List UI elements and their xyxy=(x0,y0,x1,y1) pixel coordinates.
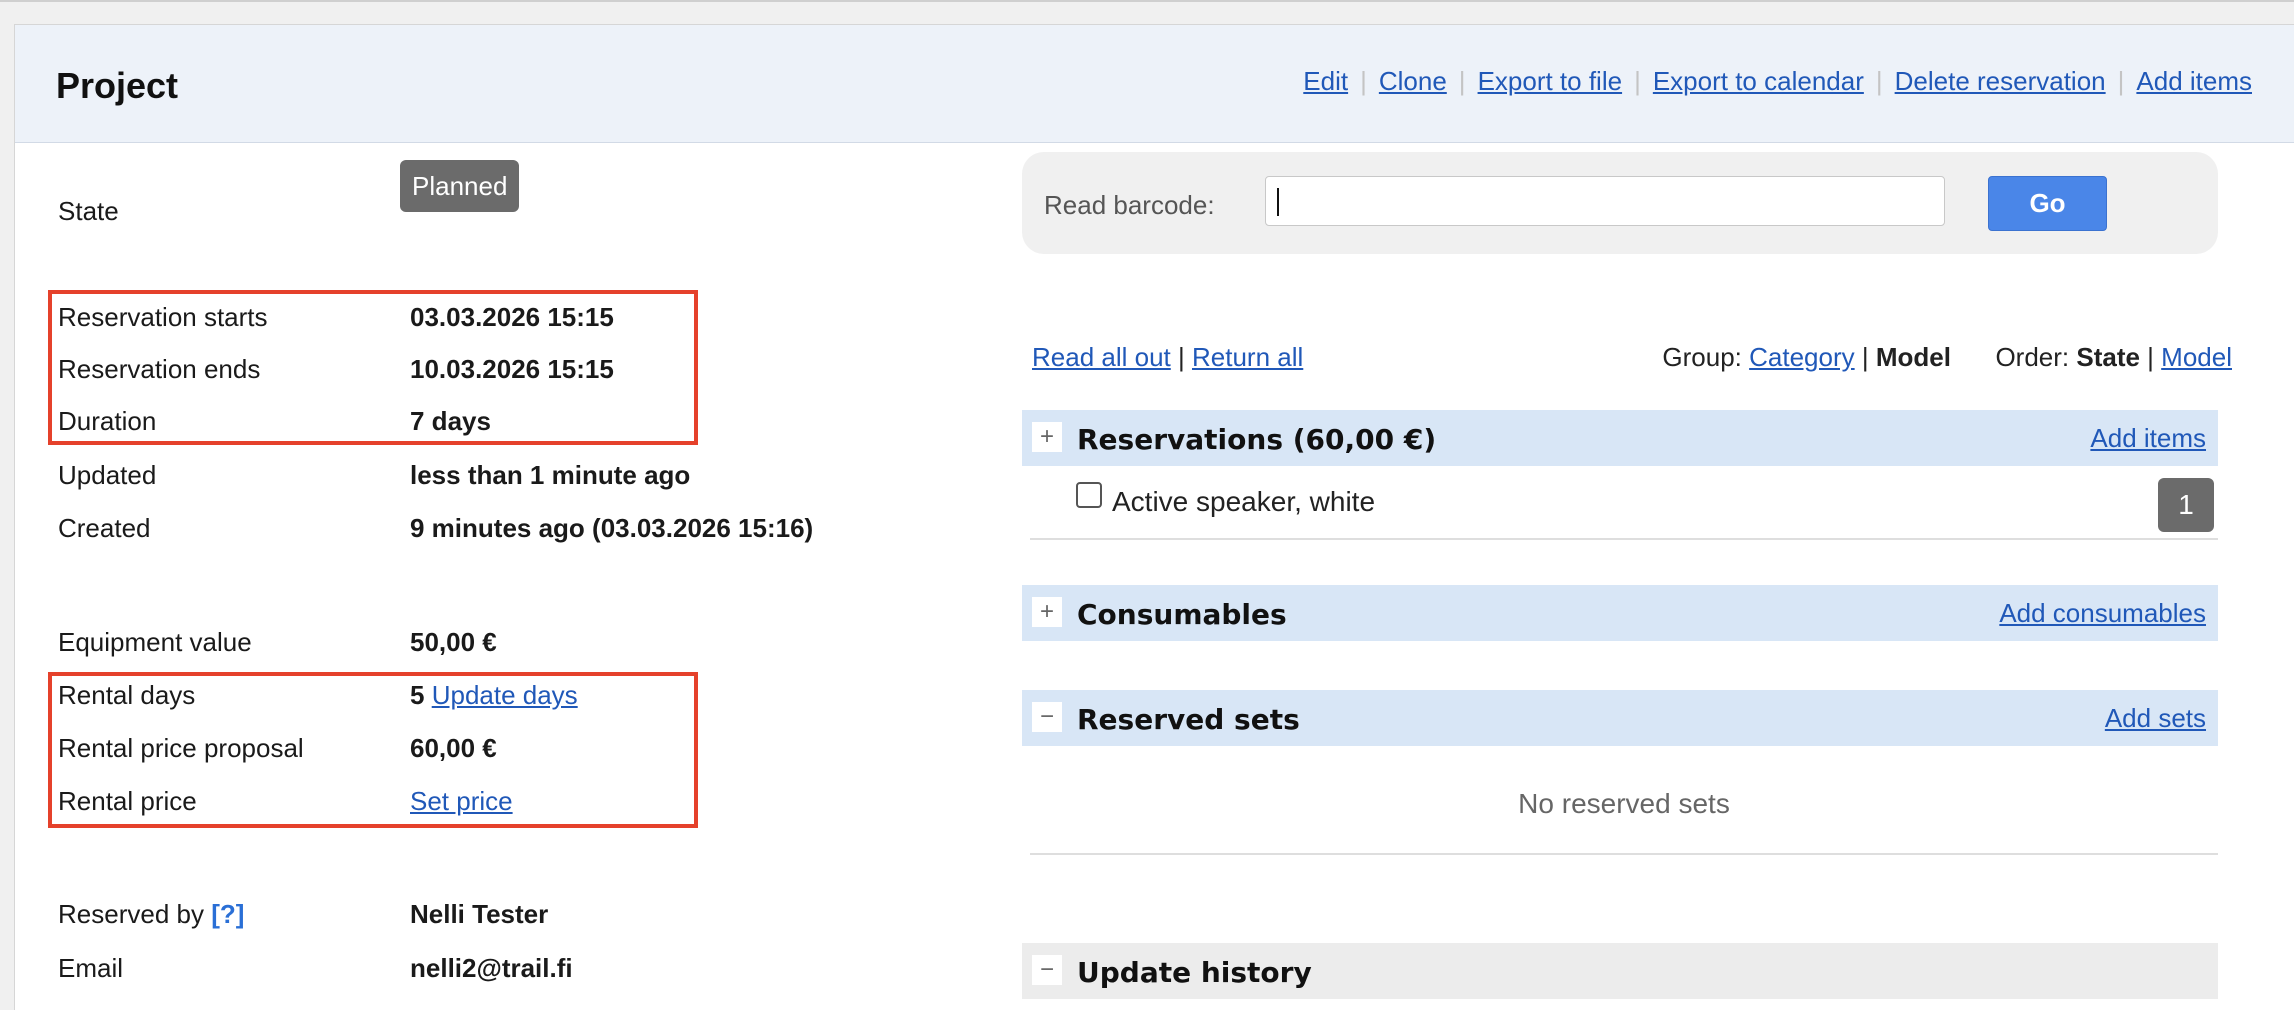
rental-price-proposal-label: Rental price proposal xyxy=(58,733,304,763)
reservations-section-header: + Reservations (60,00 €) Add items xyxy=(1022,410,2218,466)
rental-price-proposal-value: 60,00 € xyxy=(410,733,497,763)
delete-reservation-link[interactable]: Delete reservation xyxy=(1895,66,2106,97)
rental-days-value: 5 xyxy=(410,680,425,710)
reservations-add-items-link[interactable]: Add items xyxy=(2090,423,2206,454)
reserved-sets-section-header: − Reserved sets Add sets xyxy=(1022,690,2218,746)
reservation-starts-value: 03.03.2026 15:15 xyxy=(410,302,614,332)
separator: | xyxy=(1875,66,1883,96)
barcode-label: Read barcode: xyxy=(1044,190,1215,220)
rental-price-label: Rental price xyxy=(58,786,197,816)
separator: | xyxy=(1458,66,1466,96)
consumables-title: Consumables xyxy=(1077,598,1287,631)
order-model-link[interactable]: Model xyxy=(2161,342,2232,372)
state-label: State xyxy=(58,196,119,226)
return-all-link[interactable]: Return all xyxy=(1192,342,1303,372)
reserved-by-value: Nelli Tester xyxy=(410,899,549,929)
rental-price-value: Set price xyxy=(410,786,513,817)
collapse-icon[interactable]: − xyxy=(1032,702,1062,732)
add-sets-link[interactable]: Add sets xyxy=(2105,703,2206,734)
export-to-file-link[interactable]: Export to file xyxy=(1478,66,1623,97)
rental-days-label: Rental days xyxy=(58,680,196,710)
project-header: Project Edit | Clone | Export to file | … xyxy=(15,25,2294,143)
edit-link[interactable]: Edit xyxy=(1303,66,1348,97)
email-value: nelli2@trail.fi xyxy=(410,953,573,983)
order-label: Order: xyxy=(1995,342,2070,372)
item-name: Active speaker, white xyxy=(1112,486,1376,517)
consumables-section-header: + Consumables Add consumables xyxy=(1022,585,2218,641)
barcode-reader: Read barcode: Go xyxy=(1022,152,2218,254)
collapse-icon[interactable]: − xyxy=(1032,955,1062,985)
no-reserved-sets-message: No reserved sets xyxy=(1518,788,1730,819)
separator: | xyxy=(2147,342,2154,372)
equipment-value-label: Equipment value xyxy=(58,627,252,657)
expand-icon[interactable]: + xyxy=(1032,422,1062,452)
update-history-title: Update history xyxy=(1077,956,1312,989)
state-badge: Planned xyxy=(400,160,520,212)
item-checkbox[interactable] xyxy=(1076,482,1102,508)
reservation-ends-label: Reservation ends xyxy=(58,354,261,384)
header-actions: Edit | Clone | Export to file | Export t… xyxy=(1303,66,2252,97)
reserved-by-label: Reserved by xyxy=(58,899,204,929)
set-price-link[interactable]: Set price xyxy=(410,786,513,816)
separator: | xyxy=(1360,66,1367,96)
updated-label: Updated xyxy=(58,460,157,490)
add-items-link[interactable]: Add items xyxy=(2136,66,2252,97)
text-cursor xyxy=(1277,188,1279,216)
separator: | xyxy=(1178,342,1185,372)
clone-link[interactable]: Clone xyxy=(1379,66,1447,97)
group-category-link[interactable]: Category xyxy=(1749,342,1855,372)
created-value: 9 minutes ago (03.03.2026 15:16) xyxy=(410,513,814,543)
reserved-by-row-label: Reserved by [?] xyxy=(58,899,244,930)
update-history-section-header: − Update history xyxy=(1022,943,2218,999)
expand-icon[interactable]: + xyxy=(1032,597,1062,627)
reservation-starts-label: Reservation starts xyxy=(58,302,268,332)
help-icon[interactable]: [?] xyxy=(211,899,244,929)
go-button[interactable]: Go xyxy=(1988,176,2107,231)
duration-label: Duration xyxy=(58,406,157,436)
reserved-sets-title: Reserved sets xyxy=(1077,703,1300,736)
bulk-actions: Read all out | Return all xyxy=(1032,342,1303,373)
email-label: Email xyxy=(58,953,124,983)
reservation-ends-value: 10.03.2026 15:15 xyxy=(410,354,614,384)
divider xyxy=(1030,538,2218,540)
separator: | xyxy=(1634,66,1641,96)
order-state-current: State xyxy=(2076,342,2140,372)
window-top-border xyxy=(0,0,2294,2)
page-title: Project xyxy=(56,65,179,106)
duration-value: 7 days xyxy=(410,406,491,436)
equipment-value-value: 50,00 € xyxy=(410,627,497,657)
export-to-calendar-link[interactable]: Export to calendar xyxy=(1653,66,1864,97)
update-days-link[interactable]: Update days xyxy=(432,680,578,710)
read-all-out-link[interactable]: Read all out xyxy=(1032,342,1171,372)
divider xyxy=(1030,853,2218,855)
barcode-input[interactable] xyxy=(1265,176,1945,226)
group-model-current: Model xyxy=(1875,342,1951,372)
rental-days-value-row: 5 Update days xyxy=(410,680,578,711)
created-label: Created xyxy=(58,513,151,543)
list-item: Active speaker, white xyxy=(1076,482,1376,518)
separator: | xyxy=(2117,66,2125,96)
group-label: Group: xyxy=(1662,342,1742,372)
item-count-badge: 1 xyxy=(2158,478,2214,532)
updated-value: less than 1 minute ago xyxy=(410,460,691,490)
add-consumables-link[interactable]: Add consumables xyxy=(1999,598,2206,629)
separator: | xyxy=(1861,342,1869,372)
reservations-title: Reservations (60,00 €) xyxy=(1077,423,1437,456)
group-order-controls: Group: Category | Model Order: State | M… xyxy=(1662,342,2232,373)
